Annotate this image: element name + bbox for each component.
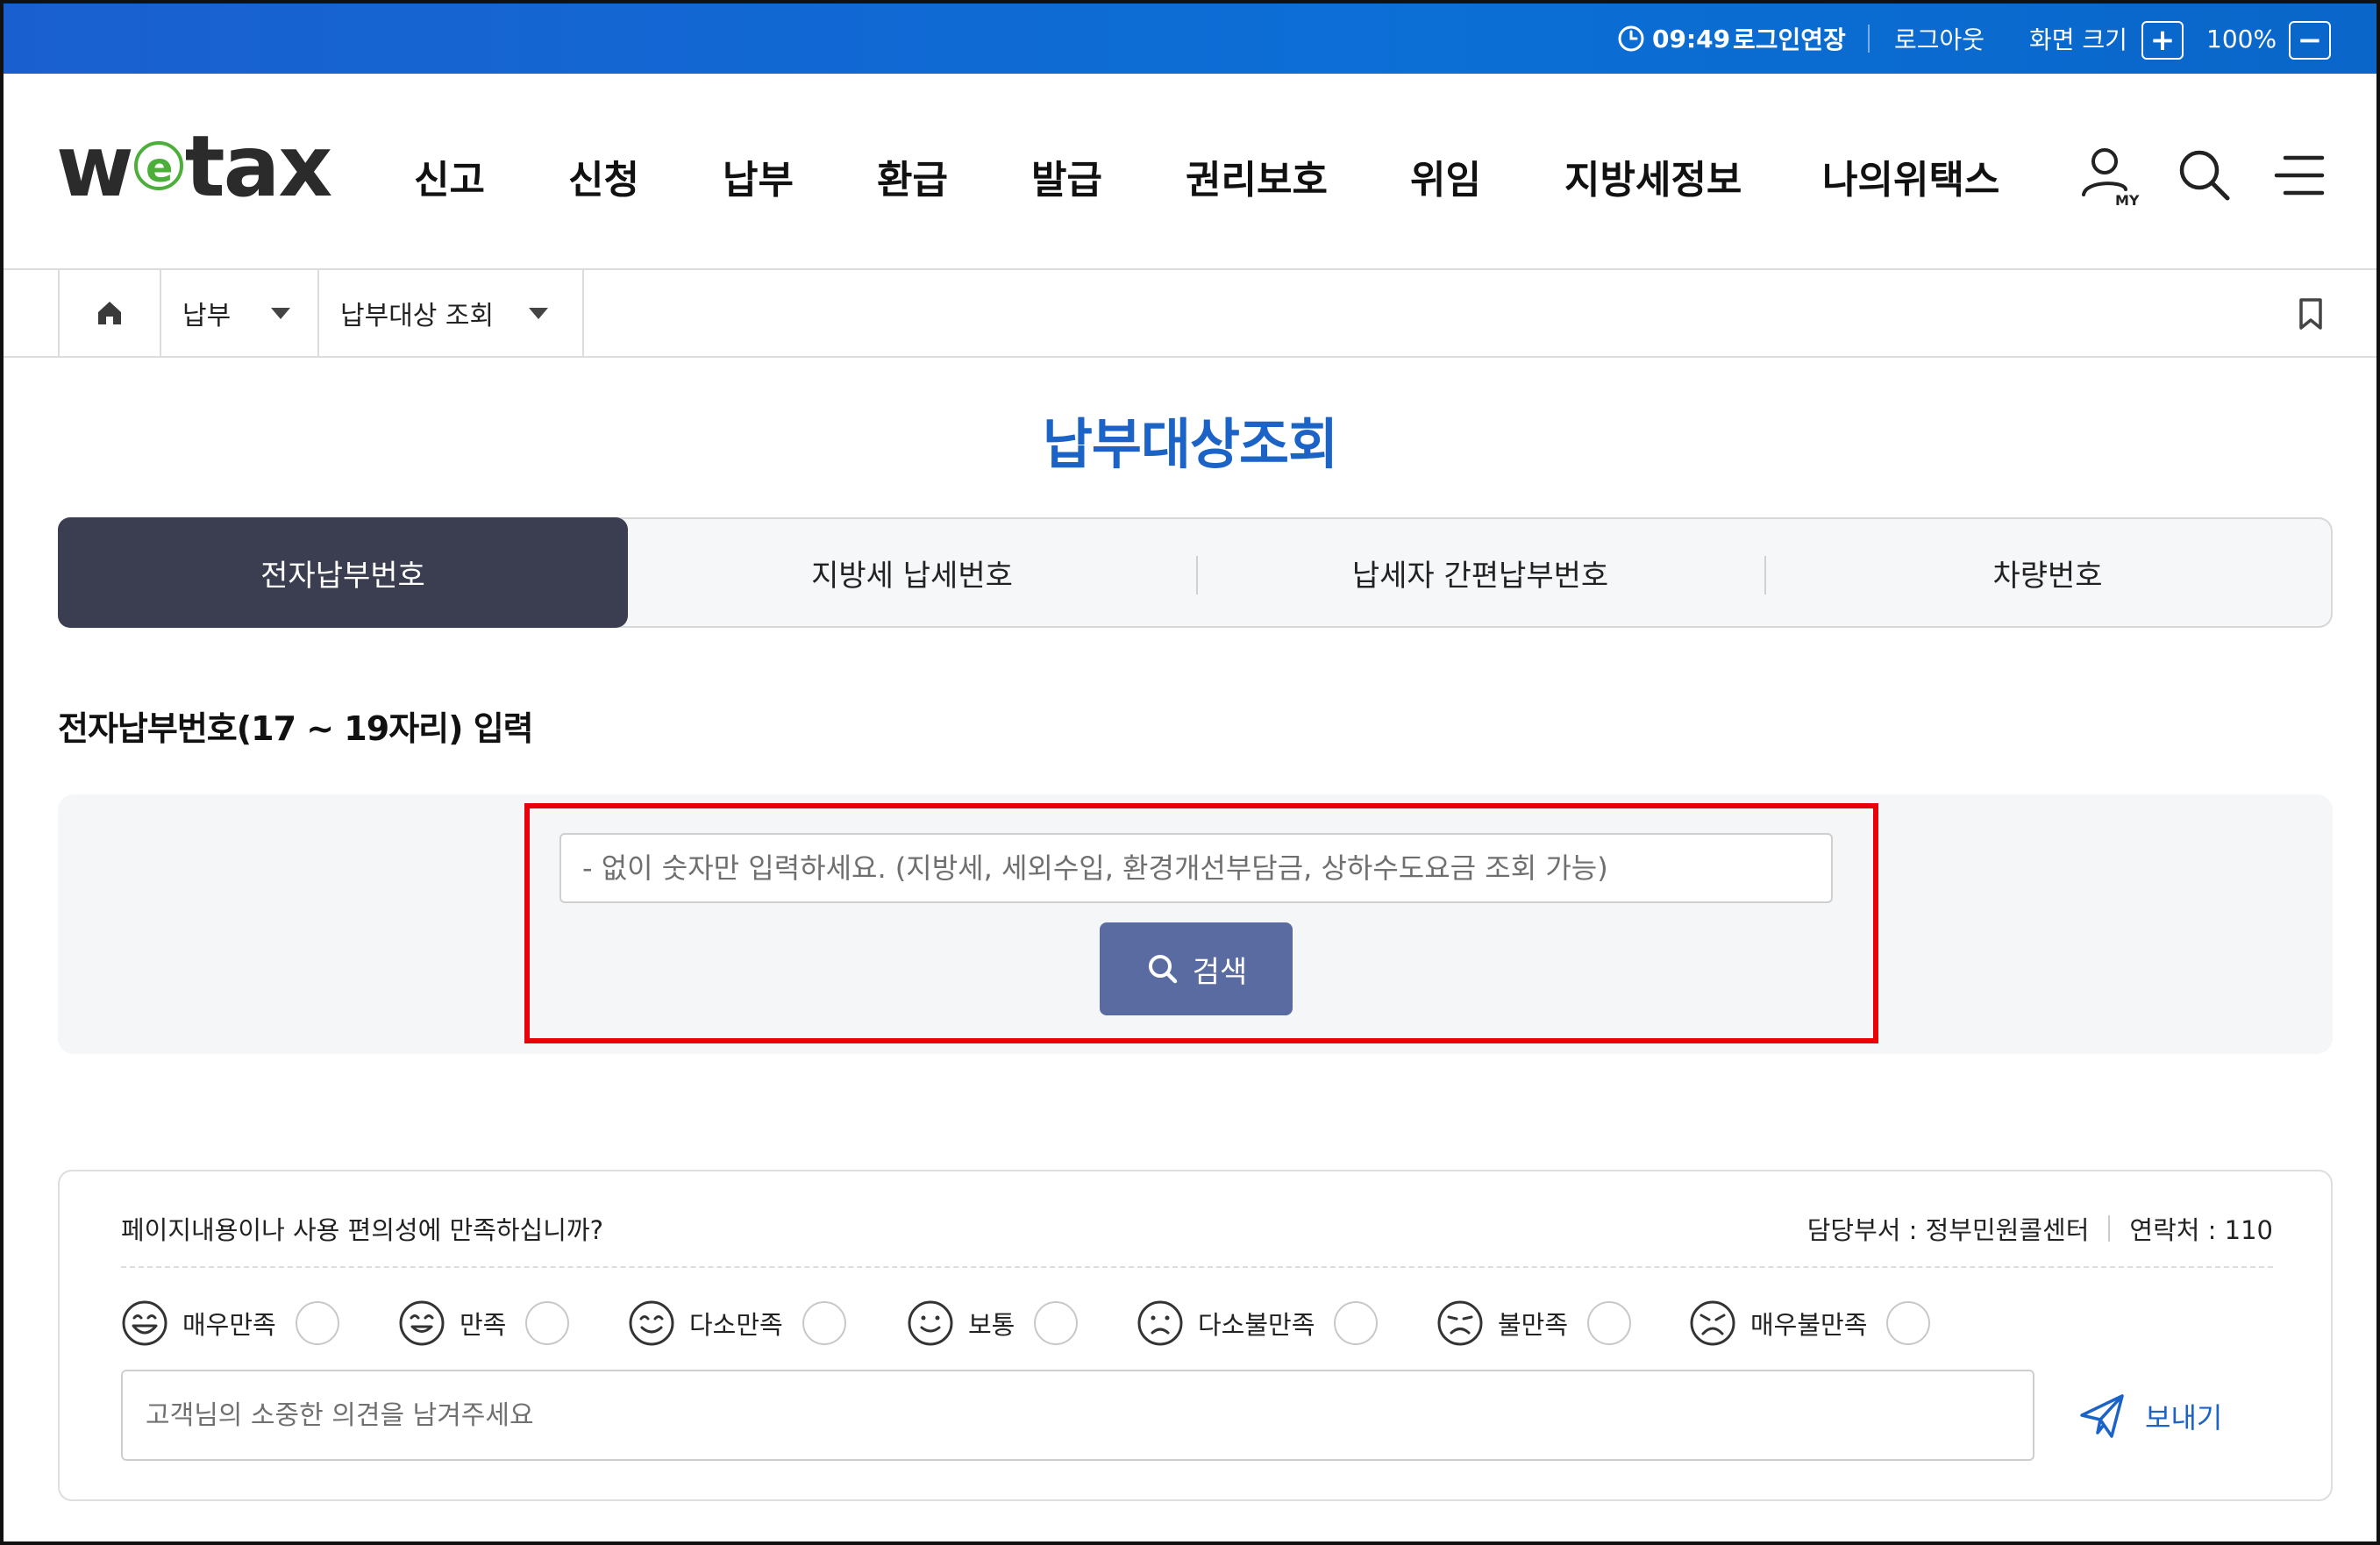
tab-electronic-payment-number[interactable]: 전자납부번호 [58, 517, 628, 628]
top-utility-bar: 09:49 로그인연장 로그아웃 화면 크기 + 100% − [4, 4, 2376, 74]
rating-label: 매우불만족 [1750, 1310, 1868, 1340]
paper-plane-icon [2080, 1394, 2124, 1438]
nav-my-wetax[interactable]: 나의위택스 [1822, 144, 1999, 209]
chevron-down-icon [271, 307, 291, 319]
nav-apply[interactable]: 신청 [568, 144, 639, 209]
my-page-icon[interactable]: MY [2075, 142, 2141, 209]
site-header: w e tax 신고 신청 납부 환급 발급 권리보호 위임 지방세정보 나의위택스… [4, 74, 2376, 270]
topbar-divider [1868, 25, 1870, 53]
logo-e-circle: e [133, 140, 183, 190]
feedback-panel: 페이지내용이나 사용 편의성에 만족하십니까? 담당부서 : 정부민원콜센터 연… [58, 1170, 2333, 1501]
tab-local-tax-number[interactable]: 지방세 납세번호 [628, 519, 1196, 626]
rating-satisfied[interactable]: 만족 [398, 1294, 570, 1352]
section-title: 전자납부번호(17 ~ 19자리) 입력 [58, 709, 534, 748]
slightly-sad-face-icon [1137, 1300, 1183, 1346]
chevron-down-icon [529, 307, 549, 319]
breadcrumb-level1[interactable]: 납부 [160, 270, 317, 356]
page-frame: 09:49 로그인연장 로그아웃 화면 크기 + 100% − w e tax 신고… [0, 0, 2380, 1545]
rating-label: 다소만족 [689, 1310, 783, 1340]
breadcrumb: 납부 납부대상 조회 [4, 270, 2376, 358]
nav-local-tax-info[interactable]: 지방세정보 [1564, 144, 1742, 209]
tab-vehicle-number[interactable]: 차량번호 [1764, 519, 2331, 626]
angry-face-icon [1690, 1300, 1735, 1346]
rating-radio[interactable] [525, 1301, 570, 1345]
feedback-divider [121, 1266, 2273, 1268]
rating-radio[interactable] [802, 1301, 846, 1345]
rating-label: 매우만족 [182, 1310, 276, 1340]
wetax-logo[interactable]: w e tax [56, 125, 332, 209]
menu-icon[interactable] [2270, 142, 2336, 209]
nav-rights[interactable]: 권리보호 [1186, 144, 1328, 209]
rating-dissatisfied[interactable]: 불만족 [1436, 1294, 1632, 1352]
rating-radio[interactable] [295, 1301, 339, 1345]
home-icon [98, 302, 121, 324]
breadcrumb-home[interactable] [58, 270, 160, 356]
rating-somewhat-satisfied[interactable]: 다소만족 [628, 1294, 846, 1352]
rating-neutral[interactable]: 보통 [907, 1294, 1079, 1352]
rating-radio[interactable] [1886, 1301, 1931, 1345]
payment-number-input[interactable] [559, 833, 1833, 903]
send-feedback-button[interactable]: 보내기 [2077, 1377, 2222, 1456]
rating-very-dissatisfied[interactable]: 매우불만족 [1689, 1294, 1931, 1352]
rating-label: 불만족 [1498, 1310, 1569, 1340]
rating-radio[interactable] [1034, 1301, 1079, 1345]
very-happy-face-icon [122, 1300, 167, 1346]
page-title: 납부대상조회 [1042, 412, 1338, 476]
zoom-level: 100% [2206, 24, 2277, 53]
extend-login-button[interactable]: 로그인연장 [1733, 4, 1846, 74]
rating-label: 만족 [460, 1310, 507, 1340]
breadcrumb-level1-label: 납부 [182, 301, 232, 331]
nav-delegation[interactable]: 위임 [1410, 144, 1481, 209]
contact-divider [2108, 1215, 2111, 1242]
session-timer: 09:49 [1617, 4, 1730, 74]
bookmark-icon[interactable] [2296, 296, 2326, 331]
breadcrumb-level2-label: 납부대상 조회 [340, 301, 495, 331]
rating-label: 보통 [968, 1310, 1015, 1340]
nav-report[interactable]: 신고 [414, 144, 485, 209]
feedback-comment-input[interactable] [121, 1370, 2034, 1461]
logo-text-tax: tax [184, 117, 333, 216]
feedback-contact-info: 담당부서 : 정부민원콜센터 연락처 : 110 [1807, 1210, 2273, 1247]
zoom-out-button[interactable]: − [2289, 21, 2331, 60]
zoom-in-button[interactable]: + [2141, 21, 2184, 60]
session-time: 09:49 [1652, 24, 1731, 53]
rating-somewhat-dissatisfied[interactable]: 다소불만족 [1137, 1294, 1379, 1352]
rating-very-satisfied[interactable]: 매우만족 [121, 1294, 339, 1352]
nav-refund[interactable]: 환급 [877, 144, 948, 209]
smile-face-icon [629, 1300, 674, 1346]
search-icon [1148, 955, 1177, 984]
rating-radio[interactable] [1334, 1301, 1379, 1345]
feedback-question: 페이지내용이나 사용 편의성에 만족하십니까? [121, 1215, 603, 1245]
search-type-tabs: 전자납부번호 지방세 납세번호 납세자 간편납부번호 차량번호 [58, 517, 2333, 628]
neutral-face-icon [908, 1300, 953, 1346]
screen-size-label: 화면 크기 [2029, 25, 2127, 54]
tab-simple-payment-number[interactable]: 납세자 간편납부번호 [1196, 519, 1764, 626]
send-button-label: 보내기 [2145, 1401, 2223, 1435]
logo-text-w: w [56, 117, 134, 216]
nav-issue[interactable]: 발급 [1031, 144, 1102, 209]
department-label: 담당부서 : 정부민원콜센터 [1806, 1215, 2090, 1245]
contact-label: 연락처 : 110 [2129, 1215, 2273, 1245]
rating-label: 다소불만족 [1198, 1310, 1315, 1340]
search-button[interactable]: 검색 [1100, 922, 1293, 1015]
search-icon[interactable] [2171, 142, 2238, 209]
clock-icon [1618, 25, 1644, 52]
my-icon-text: MY [2115, 192, 2140, 209]
happy-face-icon [399, 1300, 445, 1346]
breadcrumb-level2[interactable]: 납부대상 조회 [317, 270, 584, 356]
nav-payment[interactable]: 납부 [723, 144, 794, 209]
rating-radio[interactable] [1587, 1301, 1632, 1345]
search-button-label: 검색 [1192, 954, 1248, 990]
sad-face-icon [1437, 1300, 1483, 1346]
logout-button[interactable]: 로그아웃 [1894, 4, 1985, 74]
